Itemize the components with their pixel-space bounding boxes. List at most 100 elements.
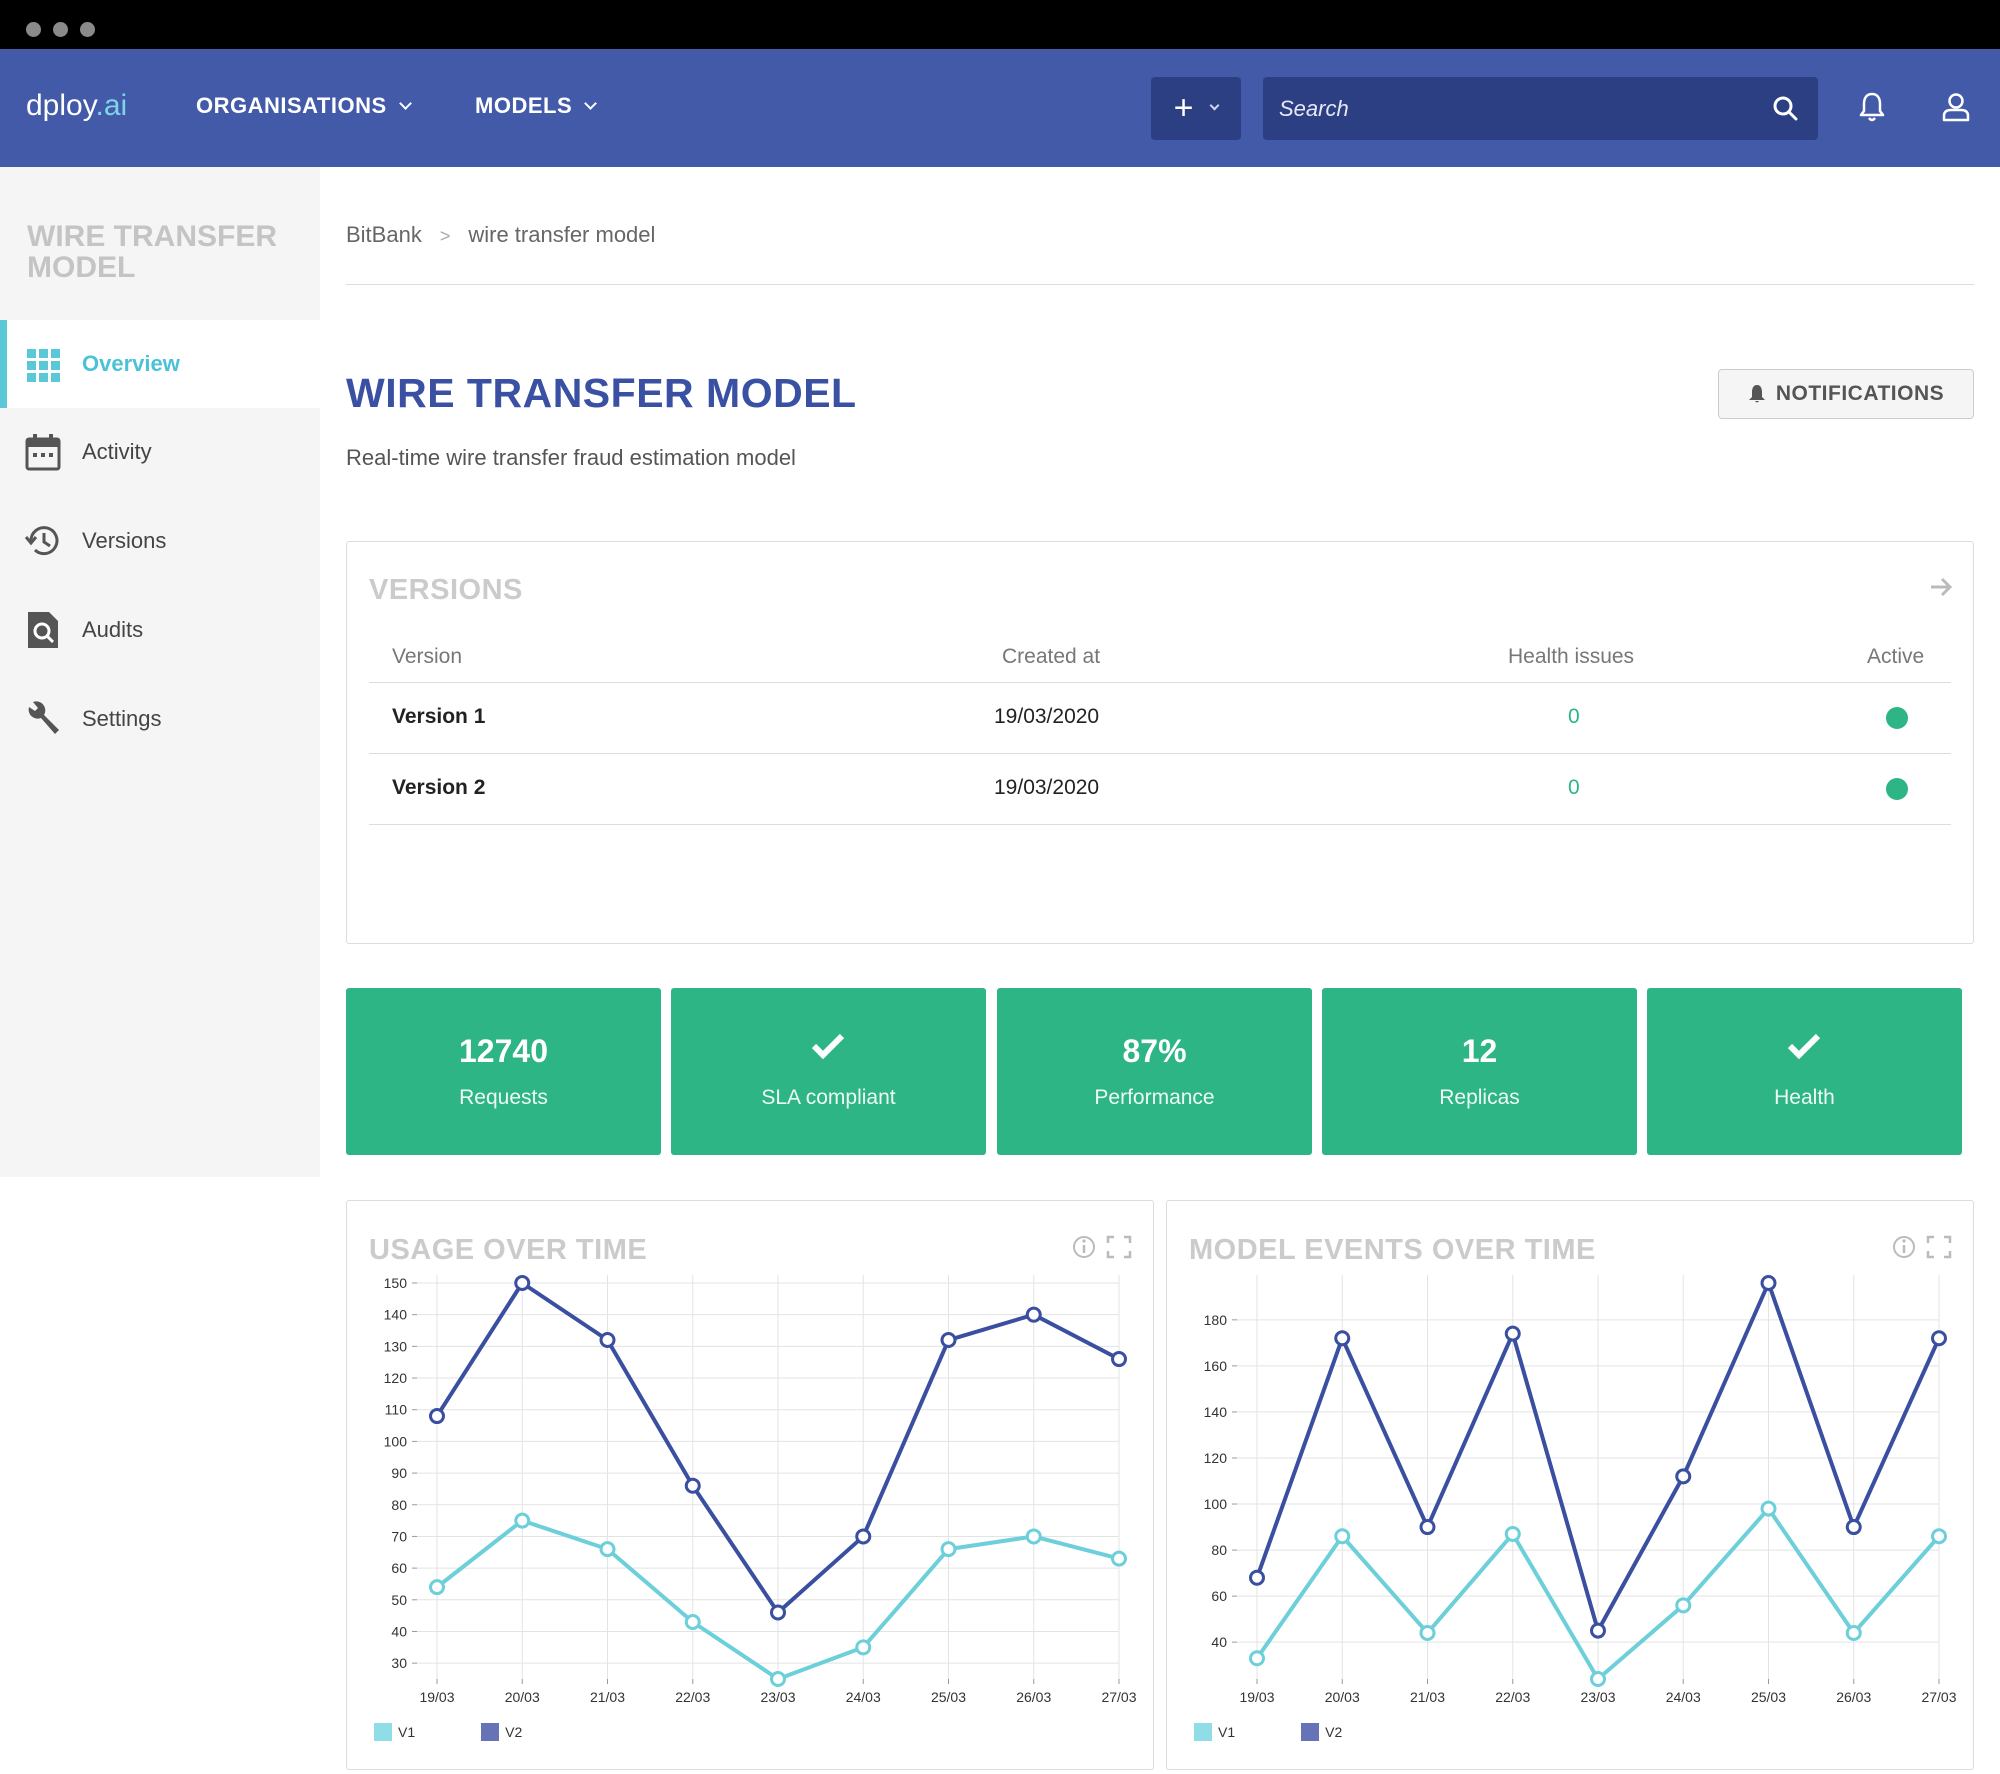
app-logo[interactable]: dploy.ai (26, 89, 127, 123)
sidebar-item-label: Versions (82, 528, 167, 553)
legend-swatch-v2 (481, 1723, 500, 1741)
data-point-v2 (1249, 1569, 1265, 1586)
data-point-v1 (1760, 1500, 1777, 1517)
chevron-down-icon (584, 96, 597, 110)
data-point-v1 (599, 1541, 616, 1558)
notifications-button[interactable]: NOTIFICATIONS (1718, 369, 1974, 419)
bell-icon[interactable] (1857, 91, 1887, 123)
usage-chart-plot: 19/03 20/03 21/03 22/03 23/03 24/03 25/03 26/03… (384, 1275, 1137, 1705)
sidebar-item-label: Activity (82, 439, 152, 464)
sidebar-item-label: Overview (82, 351, 180, 376)
x-tick-label: 22/03 (675, 1689, 710, 1705)
y-tick-label: 150 (384, 1275, 408, 1291)
y-tick-label: 120 (384, 1370, 408, 1386)
breadcrumb-separator: > (439, 226, 451, 246)
search-icon[interactable] (1772, 95, 1798, 121)
x-tick-label: 21/03 (590, 1689, 625, 1705)
column-header-active: Active (1867, 645, 1925, 668)
sidebar-item-audits[interactable]: Audits (0, 586, 320, 674)
data-point-v1 (940, 1541, 957, 1558)
models-menu[interactable]: MODELS (475, 93, 597, 119)
sidebar-title: WIRE TRANSFER MODEL (27, 220, 277, 284)
model-events-chart-card: MODEL EVENTS OVER TIME 19/03 20/03 21/03 22… (1166, 1200, 1974, 1770)
plus-icon: + (1173, 89, 1194, 127)
stat-label: Health (1774, 1086, 1835, 1109)
x-tick-label: 27/03 (1101, 1689, 1136, 1705)
x-tick-label: 26/03 (1836, 1689, 1871, 1705)
data-point-v2 (514, 1275, 531, 1291)
y-tick-label: 110 (385, 1402, 408, 1418)
sidebar-item-label: Settings (82, 706, 162, 731)
data-point-v1 (1334, 1528, 1351, 1545)
data-point-v1 (1419, 1624, 1436, 1641)
user-icon[interactable] (1940, 91, 1972, 123)
version-name: Version 2 (392, 776, 486, 799)
history-icon (25, 526, 59, 556)
window-maximize-dot[interactable] (80, 22, 95, 37)
organisations-menu-label: ORGANISATIONS (196, 93, 387, 118)
page-subtitle: Real-time wire transfer fraud estimation… (346, 445, 796, 470)
stat-value: 87% (1122, 1033, 1187, 1069)
organisations-menu[interactable]: ORGANISATIONS (196, 93, 412, 119)
sidebar-item-label: Audits (82, 617, 144, 642)
data-point-v1 (770, 1671, 786, 1687)
created-at-value: 19/03/2020 (994, 705, 1100, 728)
sidebar-item-overview[interactable]: Overview (0, 320, 320, 408)
stat-card-requests: 12740 Requests (346, 988, 661, 1155)
stat-card-replicas: 12 Replicas (1322, 988, 1637, 1155)
sidebar-item-activity[interactable]: Activity (0, 408, 320, 496)
legend-label-v2: V2 (505, 1724, 523, 1740)
y-tick-label: 60 (1211, 1588, 1227, 1604)
arrow-right-icon[interactable] (1929, 576, 1953, 598)
data-point-v1 (429, 1579, 445, 1596)
data-point-v1 (1249, 1650, 1265, 1667)
chart-legend: V1 V2 (374, 1723, 522, 1741)
versions-card: VERSIONS Version Created at Health issue… (346, 541, 1974, 944)
breadcrumb-model-link[interactable]: wire transfer model (468, 222, 655, 247)
created-at-value: 19/03/2020 (994, 776, 1100, 799)
stat-value: 12 (1461, 1033, 1498, 1069)
breadcrumb-org-link[interactable]: BitBank (346, 222, 422, 247)
data-point-v2 (1590, 1622, 1606, 1639)
active-status-dot (1886, 707, 1908, 729)
check-icon (811, 1033, 845, 1060)
model-events-chart-plot: 19/03 20/03 21/03 22/03 23/03 24/03 25/03 26/03… (1204, 1275, 1957, 1705)
stat-card-performance: 87% Performance (997, 988, 1312, 1155)
data-point-v2 (1334, 1330, 1351, 1347)
data-point-v1 (1590, 1671, 1606, 1687)
y-tick-label: 140 (384, 1307, 408, 1323)
audit-search-icon (28, 612, 58, 648)
y-tick-label: 160 (1204, 1358, 1228, 1374)
y-tick-label: 40 (1211, 1634, 1227, 1650)
column-header-created-at: Created at (1002, 645, 1101, 668)
window-minimize-dot[interactable] (53, 22, 68, 37)
data-point-v1 (1025, 1528, 1042, 1545)
usage-chart-card: USAGE OVER TIME 19/03 20/03 21/03 22/03 23/0… (346, 1200, 1154, 1770)
add-button[interactable]: + (1151, 77, 1241, 140)
y-tick-label: 50 (391, 1592, 407, 1608)
data-point-v2 (1760, 1275, 1777, 1291)
search-input[interactable]: Search (1263, 77, 1818, 140)
data-point-v1 (855, 1639, 872, 1656)
sidebar-item-versions[interactable]: Versions (0, 497, 320, 585)
data-point-v2 (1504, 1325, 1521, 1342)
y-tick-label: 80 (1211, 1542, 1227, 1558)
chart-legend: V1 V2 (1194, 1723, 1342, 1741)
x-tick-label: 27/03 (1921, 1689, 1956, 1705)
x-tick-label: 23/03 (760, 1689, 795, 1705)
sidebar: WIRE TRANSFER MODEL Overview Activity Ve… (0, 167, 320, 1177)
y-tick-label: 40 (391, 1623, 407, 1639)
y-tick-label: 100 (1204, 1496, 1228, 1512)
search-placeholder: Search (1279, 96, 1349, 121)
models-menu-label: MODELS (475, 93, 573, 118)
data-point-v1 (1675, 1597, 1692, 1614)
y-tick-label: 130 (384, 1338, 408, 1354)
wrench-icon (28, 701, 59, 734)
sidebar-item-settings[interactable]: Settings (0, 675, 320, 763)
health-issues-value: 0 (1568, 776, 1580, 799)
column-header-version: Version (392, 645, 463, 668)
y-tick-label: 100 (384, 1433, 408, 1449)
data-point-v2 (855, 1528, 872, 1545)
window-close-dot[interactable] (26, 22, 41, 37)
app-window: dploy.ai ORGANISATIONS MODELS + Search W… (0, 0, 2000, 1774)
